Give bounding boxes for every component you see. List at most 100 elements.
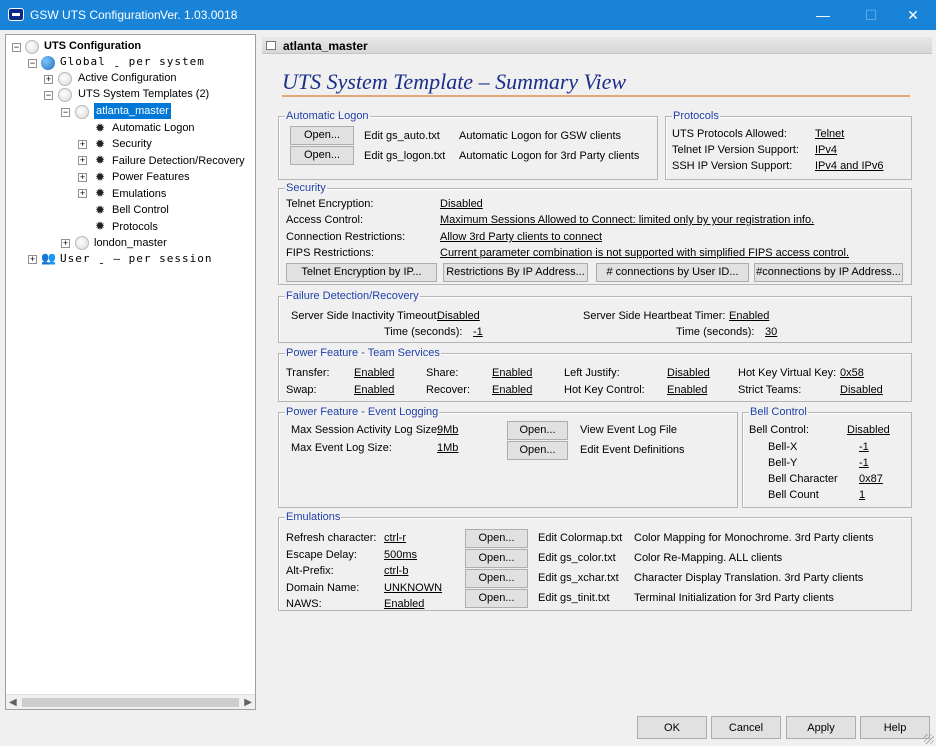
domain-name-value[interactable]: UNKNOWN: [384, 582, 442, 594]
bell-x-label: Bell-X: [768, 441, 798, 453]
open-gs-tinit-button[interactable]: Open...: [465, 589, 528, 608]
open-event-log-button[interactable]: Open...: [507, 421, 568, 440]
open-gs-xchar-button[interactable]: Open...: [465, 569, 528, 588]
connections-by-ip-button[interactable]: #connections by IP Address...: [754, 263, 903, 282]
collapse-global-expander[interactable]: −: [28, 59, 37, 68]
refresh-character-value[interactable]: ctrl-r: [384, 532, 406, 544]
page-title: UTS System Template – Summary View: [282, 69, 627, 94]
scroll-left-arrow[interactable]: ◀: [9, 695, 17, 710]
alt-prefix-value[interactable]: ctrl-b: [384, 565, 408, 577]
open-gs-auto-button[interactable]: Open...: [290, 126, 354, 145]
colormap-description: Color Mapping for Monochrome. 3rd Party …: [634, 532, 874, 544]
tree-node-london-master[interactable]: london_master: [94, 235, 167, 251]
cancel-button[interactable]: Cancel: [711, 716, 781, 739]
tree-node-protocols[interactable]: Protocols: [112, 219, 158, 235]
edit-gs-color-label: Edit gs_color.txt: [538, 552, 616, 564]
fips-restrictions-value[interactable]: Current parameter combination is not sup…: [440, 247, 849, 259]
open-gs-color-button[interactable]: Open...: [465, 549, 528, 568]
scroll-right-arrow[interactable]: ▶: [244, 695, 252, 710]
naws-value[interactable]: Enabled: [384, 598, 424, 610]
access-control-value[interactable]: Maximum Sessions Allowed to Connect: lim…: [440, 214, 814, 226]
bell-control-label: Bell Control:: [749, 424, 809, 436]
hot-key-control-value[interactable]: Enabled: [667, 384, 707, 396]
connection-restrictions-value[interactable]: Allow 3rd Party clients to connect: [440, 231, 602, 243]
tree-node-global[interactable]: Global ˍ per system: [60, 54, 205, 70]
ssh-ip-version-value[interactable]: IPv4 and IPv6: [815, 160, 884, 172]
connections-by-user-id-button[interactable]: # connections by User ID...: [596, 263, 749, 282]
tree-node-uts-system-templates[interactable]: UTS System Templates (2): [78, 86, 209, 102]
bell-character-value[interactable]: 0x87: [859, 473, 883, 485]
users-icon: 👥: [41, 251, 56, 265]
expand-london-expander[interactable]: +: [61, 239, 70, 248]
telnet-encryption-value[interactable]: Disabled: [440, 198, 483, 210]
inactivity-timeout-value[interactable]: Disabled: [437, 310, 480, 322]
bell-x-value[interactable]: -1: [859, 441, 869, 453]
bell-y-label: Bell-Y: [768, 457, 798, 469]
ok-button[interactable]: OK: [637, 716, 707, 739]
transfer-value[interactable]: Enabled: [354, 367, 394, 379]
hot-key-virtual-key-value[interactable]: 0x58: [840, 367, 864, 379]
access-control-label: Access Control:: [286, 214, 364, 226]
left-justify-value[interactable]: Disabled: [667, 367, 710, 379]
automatic-logon-legend: Automatic Logon: [286, 110, 369, 122]
share-value[interactable]: Enabled: [492, 367, 532, 379]
expand-failure-expander[interactable]: +: [78, 156, 87, 165]
swap-value[interactable]: Enabled: [354, 384, 394, 396]
tree-node-security[interactable]: Security: [112, 136, 152, 152]
gs-auto-description: Automatic Logon for GSW clients: [459, 130, 622, 142]
open-colormap-button[interactable]: Open...: [465, 529, 528, 548]
bell-control-value[interactable]: Disabled: [847, 424, 890, 436]
restrictions-by-ip-button[interactable]: Restrictions By IP Address...: [443, 263, 588, 282]
tree-node-failure-detection[interactable]: Failure Detection/Recovery: [112, 153, 245, 169]
gear-icon: ✹: [94, 153, 106, 167]
tree-node-emulations[interactable]: Emulations: [112, 186, 166, 202]
tree-node-atlanta-master[interactable]: atlanta_master: [94, 103, 171, 119]
maximize-button[interactable]: ☐: [848, 0, 894, 30]
summary-panel: atlanta_master UTS System Template – Sum…: [262, 37, 932, 710]
heartbeat-timer-value[interactable]: Enabled: [729, 310, 769, 322]
max-event-log-value[interactable]: 1Mb: [437, 442, 458, 454]
collapse-atlanta-expander[interactable]: −: [61, 108, 70, 117]
telnet-ip-version-value[interactable]: IPv4: [815, 144, 837, 156]
expand-power-features-expander[interactable]: +: [78, 173, 87, 182]
telnet-encryption-by-ip-button[interactable]: Telnet Encryption by IP...: [286, 263, 437, 282]
tree-node-user[interactable]: User ˍ – per session: [60, 251, 212, 267]
gear-icon: ✹: [94, 121, 106, 135]
uts-protocols-value[interactable]: Telnet: [815, 128, 844, 140]
strict-teams-value[interactable]: Disabled: [840, 384, 883, 396]
title-bar[interactable]: GSW UTS Configuration Ver. 1.03.0018 — ☐…: [0, 0, 936, 30]
help-button[interactable]: Help: [860, 716, 930, 739]
bell-y-value[interactable]: -1: [859, 457, 869, 469]
apply-button[interactable]: Apply: [786, 716, 856, 739]
tree-node-active-configuration[interactable]: Active Configuration: [78, 70, 176, 86]
tree-horizontal-scrollbar[interactable]: ◀ ▶: [6, 694, 255, 709]
open-gs-logon-button[interactable]: Open...: [290, 146, 354, 165]
max-session-log-value[interactable]: 9Mb: [437, 424, 458, 436]
expand-active-config-expander[interactable]: +: [44, 75, 53, 84]
escape-delay-value[interactable]: 500ms: [384, 549, 417, 561]
recover-value[interactable]: Enabled: [492, 384, 532, 396]
tree-node-power-features[interactable]: Power Features: [112, 169, 190, 185]
config-tree[interactable]: − UTS Configuration − Global ˍ per syste…: [5, 34, 256, 710]
bell-count-value[interactable]: 1: [859, 489, 865, 501]
heartbeat-time-value[interactable]: 30: [765, 326, 777, 338]
tree-node-bell-control[interactable]: Bell Control: [112, 202, 169, 218]
telnet-ip-version-label: Telnet IP Version Support:: [672, 144, 799, 156]
gear-icon: ✹: [94, 170, 106, 184]
expand-security-expander[interactable]: +: [78, 140, 87, 149]
expand-user-expander[interactable]: +: [28, 255, 37, 264]
collapse-root-expander[interactable]: −: [12, 43, 21, 52]
expand-emulations-expander[interactable]: +: [78, 189, 87, 198]
scroll-thumb[interactable]: [22, 698, 239, 707]
globe-icon: [41, 56, 55, 70]
collapse-templates-expander[interactable]: −: [44, 91, 53, 100]
alt-prefix-label: Alt-Prefix:: [286, 565, 334, 577]
minimize-button[interactable]: —: [800, 0, 846, 30]
tree-node-uts-configuration[interactable]: UTS Configuration: [44, 38, 141, 54]
tree-node-automatic-logon[interactable]: Automatic Logon: [112, 120, 195, 136]
inactivity-time-value[interactable]: -1: [473, 326, 483, 338]
resize-grip[interactable]: [924, 734, 934, 744]
bell-count-label: Bell Count: [768, 489, 819, 501]
close-button[interactable]: ✕: [890, 0, 936, 30]
open-event-definitions-button[interactable]: Open...: [507, 441, 568, 460]
